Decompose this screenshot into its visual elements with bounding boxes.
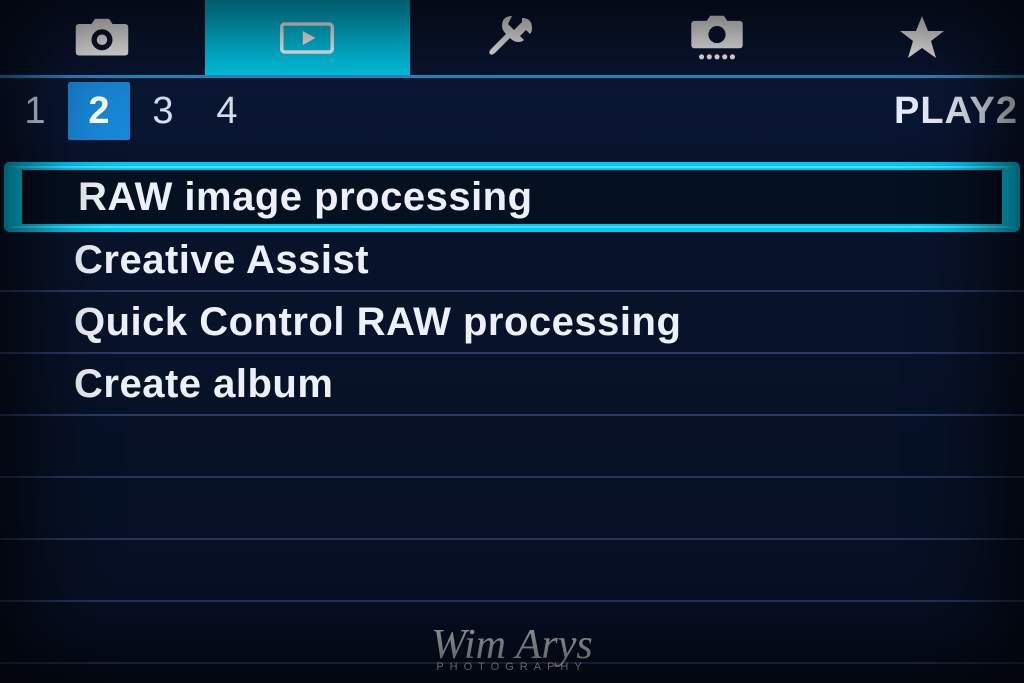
page-section-label: PLAY2 — [894, 90, 1018, 133]
star-icon — [894, 14, 950, 62]
category-tab-custom[interactable] — [614, 0, 819, 75]
page-tab-4[interactable]: 4 — [196, 82, 258, 140]
menu-item-label: Create album — [74, 362, 333, 407]
menu-item-label: Quick Control RAW processing — [74, 300, 681, 345]
menu-item-creative-assist[interactable]: Creative Assist — [0, 230, 1024, 292]
menu-item-empty — [0, 416, 1024, 478]
page-number-row: 1 2 3 4 PLAY2 — [0, 78, 1024, 144]
category-tab-playback[interactable] — [205, 0, 410, 75]
category-tab-mymenu[interactable] — [819, 0, 1024, 75]
menu-item-empty — [0, 478, 1024, 540]
wrench-icon — [484, 14, 540, 62]
custom-camera-icon — [689, 14, 745, 62]
menu-item-label: RAW image processing — [78, 175, 533, 220]
category-tab-setup[interactable] — [410, 0, 615, 75]
menu-item-empty — [0, 602, 1024, 664]
category-tab-row — [0, 0, 1024, 78]
menu-item-quick-control-raw[interactable]: Quick Control RAW processing — [0, 292, 1024, 354]
category-tab-shooting[interactable] — [0, 0, 205, 75]
camera-icon — [74, 14, 130, 62]
page-tab-2[interactable]: 2 — [68, 82, 130, 140]
menu-list: RAW image processing Creative Assist Qui… — [0, 144, 1024, 683]
menu-item-label: Creative Assist — [74, 238, 369, 283]
page-tabs: 1 2 3 4 — [4, 78, 260, 144]
menu-item-raw-processing[interactable]: RAW image processing — [8, 166, 1016, 228]
camera-menu-screen: 1 2 3 4 PLAY2 RAW image processing Creat… — [0, 0, 1024, 683]
page-tab-3[interactable]: 3 — [132, 82, 194, 140]
play-icon — [279, 14, 335, 62]
page-tab-1[interactable]: 1 — [4, 82, 66, 140]
menu-item-create-album[interactable]: Create album — [0, 354, 1024, 416]
menu-item-empty — [0, 540, 1024, 602]
